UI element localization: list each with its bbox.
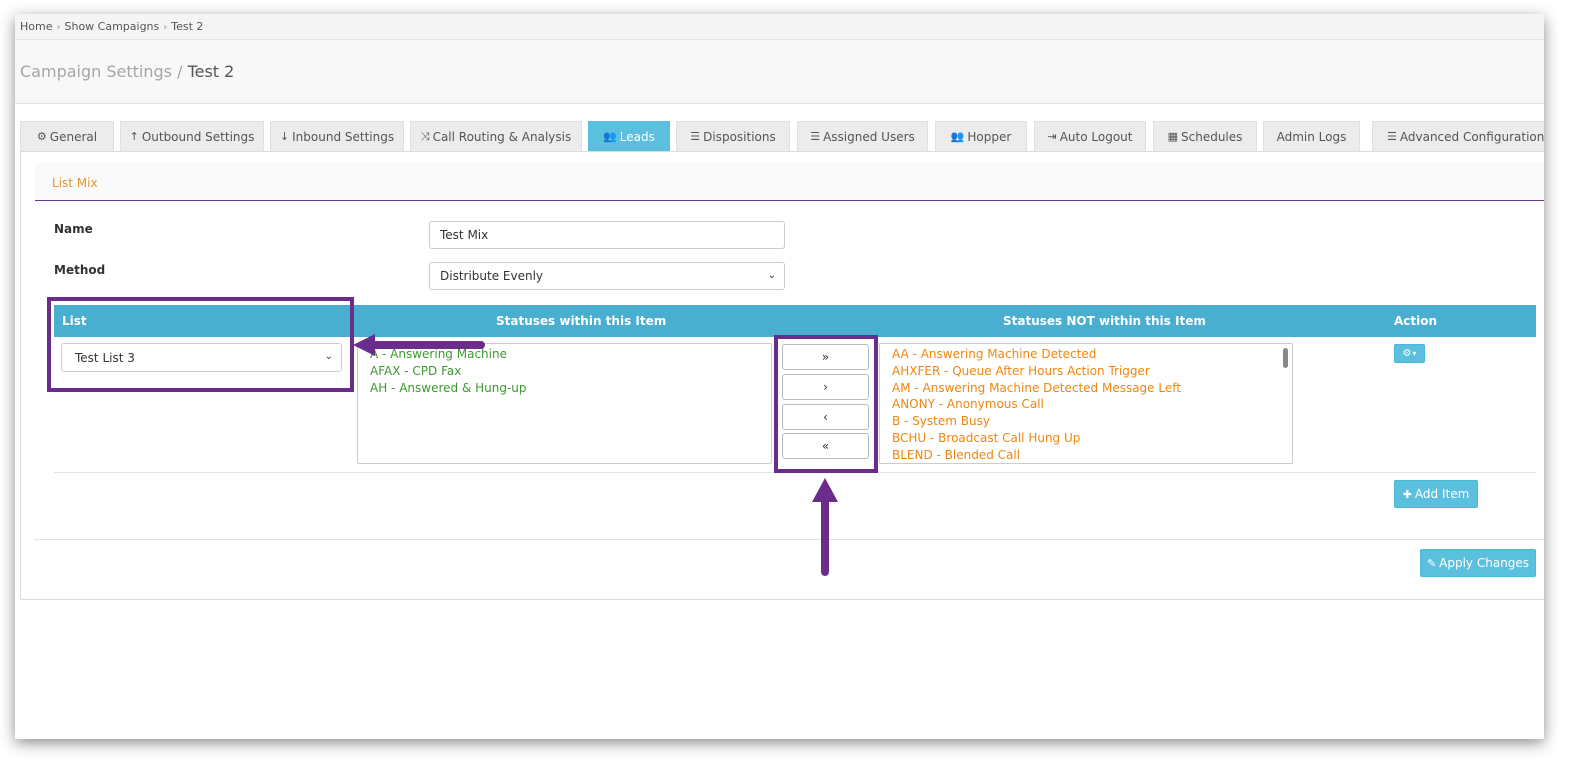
statuses-not-within-listbox[interactable]: AA - Answering Machine Detected AHXFER -… [879, 343, 1293, 464]
plus-icon: ✚ [1402, 487, 1412, 501]
tab-admin-logs[interactable]: Admin Logs [1263, 121, 1360, 152]
breadcrumb-separator: › [163, 22, 168, 33]
list-mix-header: List Mix [35, 163, 1544, 201]
tab-inbound-settings[interactable]: ↓ Inbound Settings [270, 121, 404, 152]
page-title-divider: / [177, 62, 183, 81]
arrow-down-icon: ↓ [279, 130, 290, 143]
random-icon: ⤨ [420, 129, 430, 143]
list-item[interactable]: AA - Answering Machine Detected [892, 346, 1280, 363]
breadcrumb-current: Test 2 [171, 20, 204, 33]
method-select-value: Distribute Evenly [440, 269, 544, 283]
footer-divider [34, 539, 1544, 540]
row-action-button[interactable]: ⚙ ▾ [1394, 344, 1425, 363]
breadcrumb-show-campaigns[interactable]: Show Campaigns [64, 20, 159, 33]
column-header-list: List [62, 314, 87, 328]
double-chevron-right-icon: » [821, 350, 830, 364]
chevron-down-icon: ⌄ [324, 351, 333, 362]
tab-assigned-users[interactable]: ☰ Assigned Users [797, 121, 928, 152]
list-select[interactable]: Test List 3 ⌄ [61, 343, 342, 372]
list-item[interactable]: AM - Answering Machine Detected Message … [892, 380, 1280, 397]
tab-dispositions[interactable]: ☰ Dispositions [676, 121, 790, 152]
statuses-within-listbox[interactable]: A - Answering Machine AFAX - CPD Fax AH … [357, 343, 772, 464]
tab-label: Advanced Configurations [1399, 129, 1544, 144]
tab-leads[interactable]: 👥 Leads [588, 121, 670, 152]
column-header-within: Statuses within this Item [496, 314, 667, 328]
breadcrumb: Home › Show Campaigns › Test 2 [15, 14, 1544, 40]
sign-out-icon: ⇥ [1047, 130, 1057, 143]
column-header-not-within: Statuses NOT within this Item [1003, 314, 1206, 328]
tab-label: Dispositions [703, 129, 776, 144]
move-left-button[interactable]: ‹ [782, 404, 869, 430]
users-icon: 👥 [603, 130, 617, 143]
annotation-arrow-up [821, 498, 829, 576]
tab-label: Hopper [967, 129, 1012, 144]
add-item-label: Add Item [1414, 487, 1470, 501]
tab-schedules[interactable]: ▦ Schedules [1153, 121, 1257, 152]
page-title: Campaign Settings / Test 2 [20, 62, 234, 81]
tab-label: Admin Logs [1276, 129, 1347, 144]
tab-label: Call Routing & Analysis [432, 129, 572, 144]
gear-icon: ⚙ [1402, 348, 1412, 359]
tab-label: Leads [619, 129, 655, 144]
tab-call-routing-analysis[interactable]: ⤨ Call Routing & Analysis [410, 121, 582, 152]
tab-auto-logout[interactable]: ⇥ Auto Logout [1034, 121, 1146, 152]
annotation-arrow-left [370, 341, 485, 349]
list-item[interactable]: ANONY - Anonymous Call [892, 396, 1280, 413]
tab-label: General [49, 129, 98, 144]
breadcrumb-separator: › [56, 22, 61, 33]
tab-outbound-settings[interactable]: ↑ Outbound Settings [120, 121, 264, 152]
tab-label: Outbound Settings [141, 129, 255, 144]
name-label: Name [54, 222, 93, 236]
method-label: Method [54, 263, 106, 277]
double-chevron-left-icon: « [821, 439, 830, 453]
tab-label: Inbound Settings [292, 129, 395, 144]
chevron-down-icon: ⌄ [767, 270, 776, 281]
tasks-icon: ☰ [1387, 130, 1397, 143]
screenshot-frame: Home › Show Campaigns › Test 2 Campaign Sett… [15, 14, 1544, 739]
annotation-arrow-left-head [353, 334, 375, 356]
move-right-button[interactable]: › [782, 374, 869, 400]
list-mix-table-header: List Statuses within this Item Statuses … [54, 305, 1536, 337]
tab-label: Assigned Users [823, 129, 915, 144]
listbox-scrollbar[interactable] [1283, 348, 1288, 368]
list-item[interactable]: B - System Busy [892, 413, 1280, 430]
users-icon: 👥 [950, 130, 965, 143]
apply-changes-button[interactable]: ✎ Apply Changes [1420, 549, 1536, 577]
list-icon: ☰ [690, 130, 701, 143]
caret-down-icon: ▾ [1412, 349, 1417, 358]
list-item[interactable]: AHXFER - Queue After Hours Action Trigge… [892, 363, 1280, 380]
page-title-parent: Campaign Settings [20, 62, 172, 81]
move-all-right-button[interactable]: » [782, 344, 869, 370]
name-input-value: Test Mix [440, 228, 489, 242]
list-item[interactable]: BLEND - Blended Call [892, 447, 1280, 463]
calendar-icon: ▦ [1167, 130, 1178, 143]
annotation-arrow-up-head [812, 478, 838, 502]
method-select[interactable]: Distribute Evenly ⌄ [429, 262, 785, 290]
tab-label: Auto Logout [1059, 129, 1133, 144]
tab-label: Schedules [1181, 129, 1243, 144]
chevron-right-icon: › [823, 380, 828, 394]
page-title-current: Test 2 [187, 62, 235, 81]
list-item[interactable]: BCHU - Broadcast Call Hung Up [892, 430, 1280, 447]
name-input[interactable]: Test Mix [429, 221, 785, 249]
move-all-left-button[interactable]: « [782, 433, 869, 459]
list-select-value: Test List 3 [75, 351, 135, 365]
apply-changes-label: Apply Changes [1439, 556, 1530, 570]
section-title: List Mix [52, 176, 98, 190]
breadcrumb-home[interactable]: Home [20, 20, 52, 33]
tab-advanced-configurations[interactable]: ☰Advanced Configurations▾ [1372, 121, 1544, 152]
list-ol-icon: ☰ [810, 130, 821, 143]
page-header: Campaign Settings / Test 2 [15, 40, 1544, 104]
column-header-action: Action [1394, 314, 1438, 328]
add-item-button[interactable]: ✚ Add Item [1394, 480, 1478, 508]
chevron-left-icon: ‹ [823, 410, 828, 424]
list-item[interactable]: AFAX - CPD Fax [370, 363, 759, 380]
edit-icon: ✎ [1426, 556, 1437, 570]
row-divider [54, 472, 1536, 473]
cogs-icon: ⚙ [36, 130, 47, 143]
tab-hopper[interactable]: 👥 Hopper [935, 121, 1027, 152]
list-item[interactable]: AH - Answered & Hung-up [370, 380, 759, 397]
tab-general[interactable]: ⚙ General [20, 121, 114, 152]
arrow-up-icon: ↑ [129, 130, 139, 143]
